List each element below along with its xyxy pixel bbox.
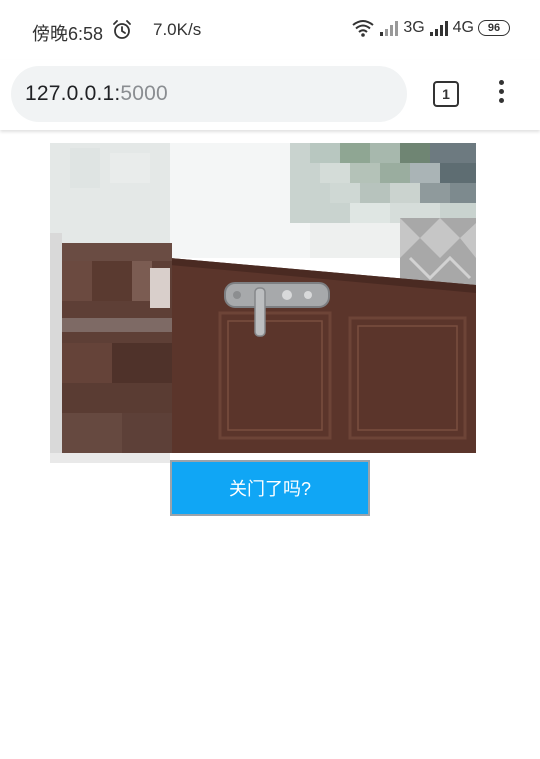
network-type-4g: 4G: [452, 19, 474, 36]
address-bar[interactable]: 127.0.0.1:5000: [11, 66, 407, 122]
url-host: 127.0.0.1:: [25, 82, 121, 105]
battery-icon: 96: [478, 20, 510, 36]
url-port: 5000: [120, 82, 168, 105]
network-type-3g: 3G: [403, 19, 425, 36]
network-speed: 7.0K/s: [153, 20, 202, 39]
signal-icon: [429, 21, 448, 36]
wifi-icon: [352, 20, 374, 37]
tab-count: 1: [442, 86, 450, 102]
status-right-group: 3G 4G 96: [351, 18, 510, 38]
status-time: 傍晚6:58: [32, 24, 104, 44]
browser-toolbar: 127.0.0.1:5000 1: [0, 60, 540, 130]
battery-level: 96: [487, 22, 501, 34]
signal-icon: [380, 21, 399, 36]
check-door-closed-button[interactable]: 关门了吗?: [170, 460, 370, 516]
alarm-icon: [113, 20, 131, 39]
status-bar: 傍晚6:58 7.0K/s 3G 4G 96: [0, 0, 540, 60]
page: 傍晚6:58 7.0K/s 3G 4G 96 127.0.0.1:5000 1 …: [0, 0, 540, 759]
door-photo-graphic: [50, 143, 476, 463]
menu-more-icon[interactable]: [488, 80, 514, 108]
camera-image: [50, 143, 476, 463]
url-text: 127.0.0.1:5000: [25, 82, 168, 106]
tab-switcher-button[interactable]: 1: [433, 81, 459, 107]
